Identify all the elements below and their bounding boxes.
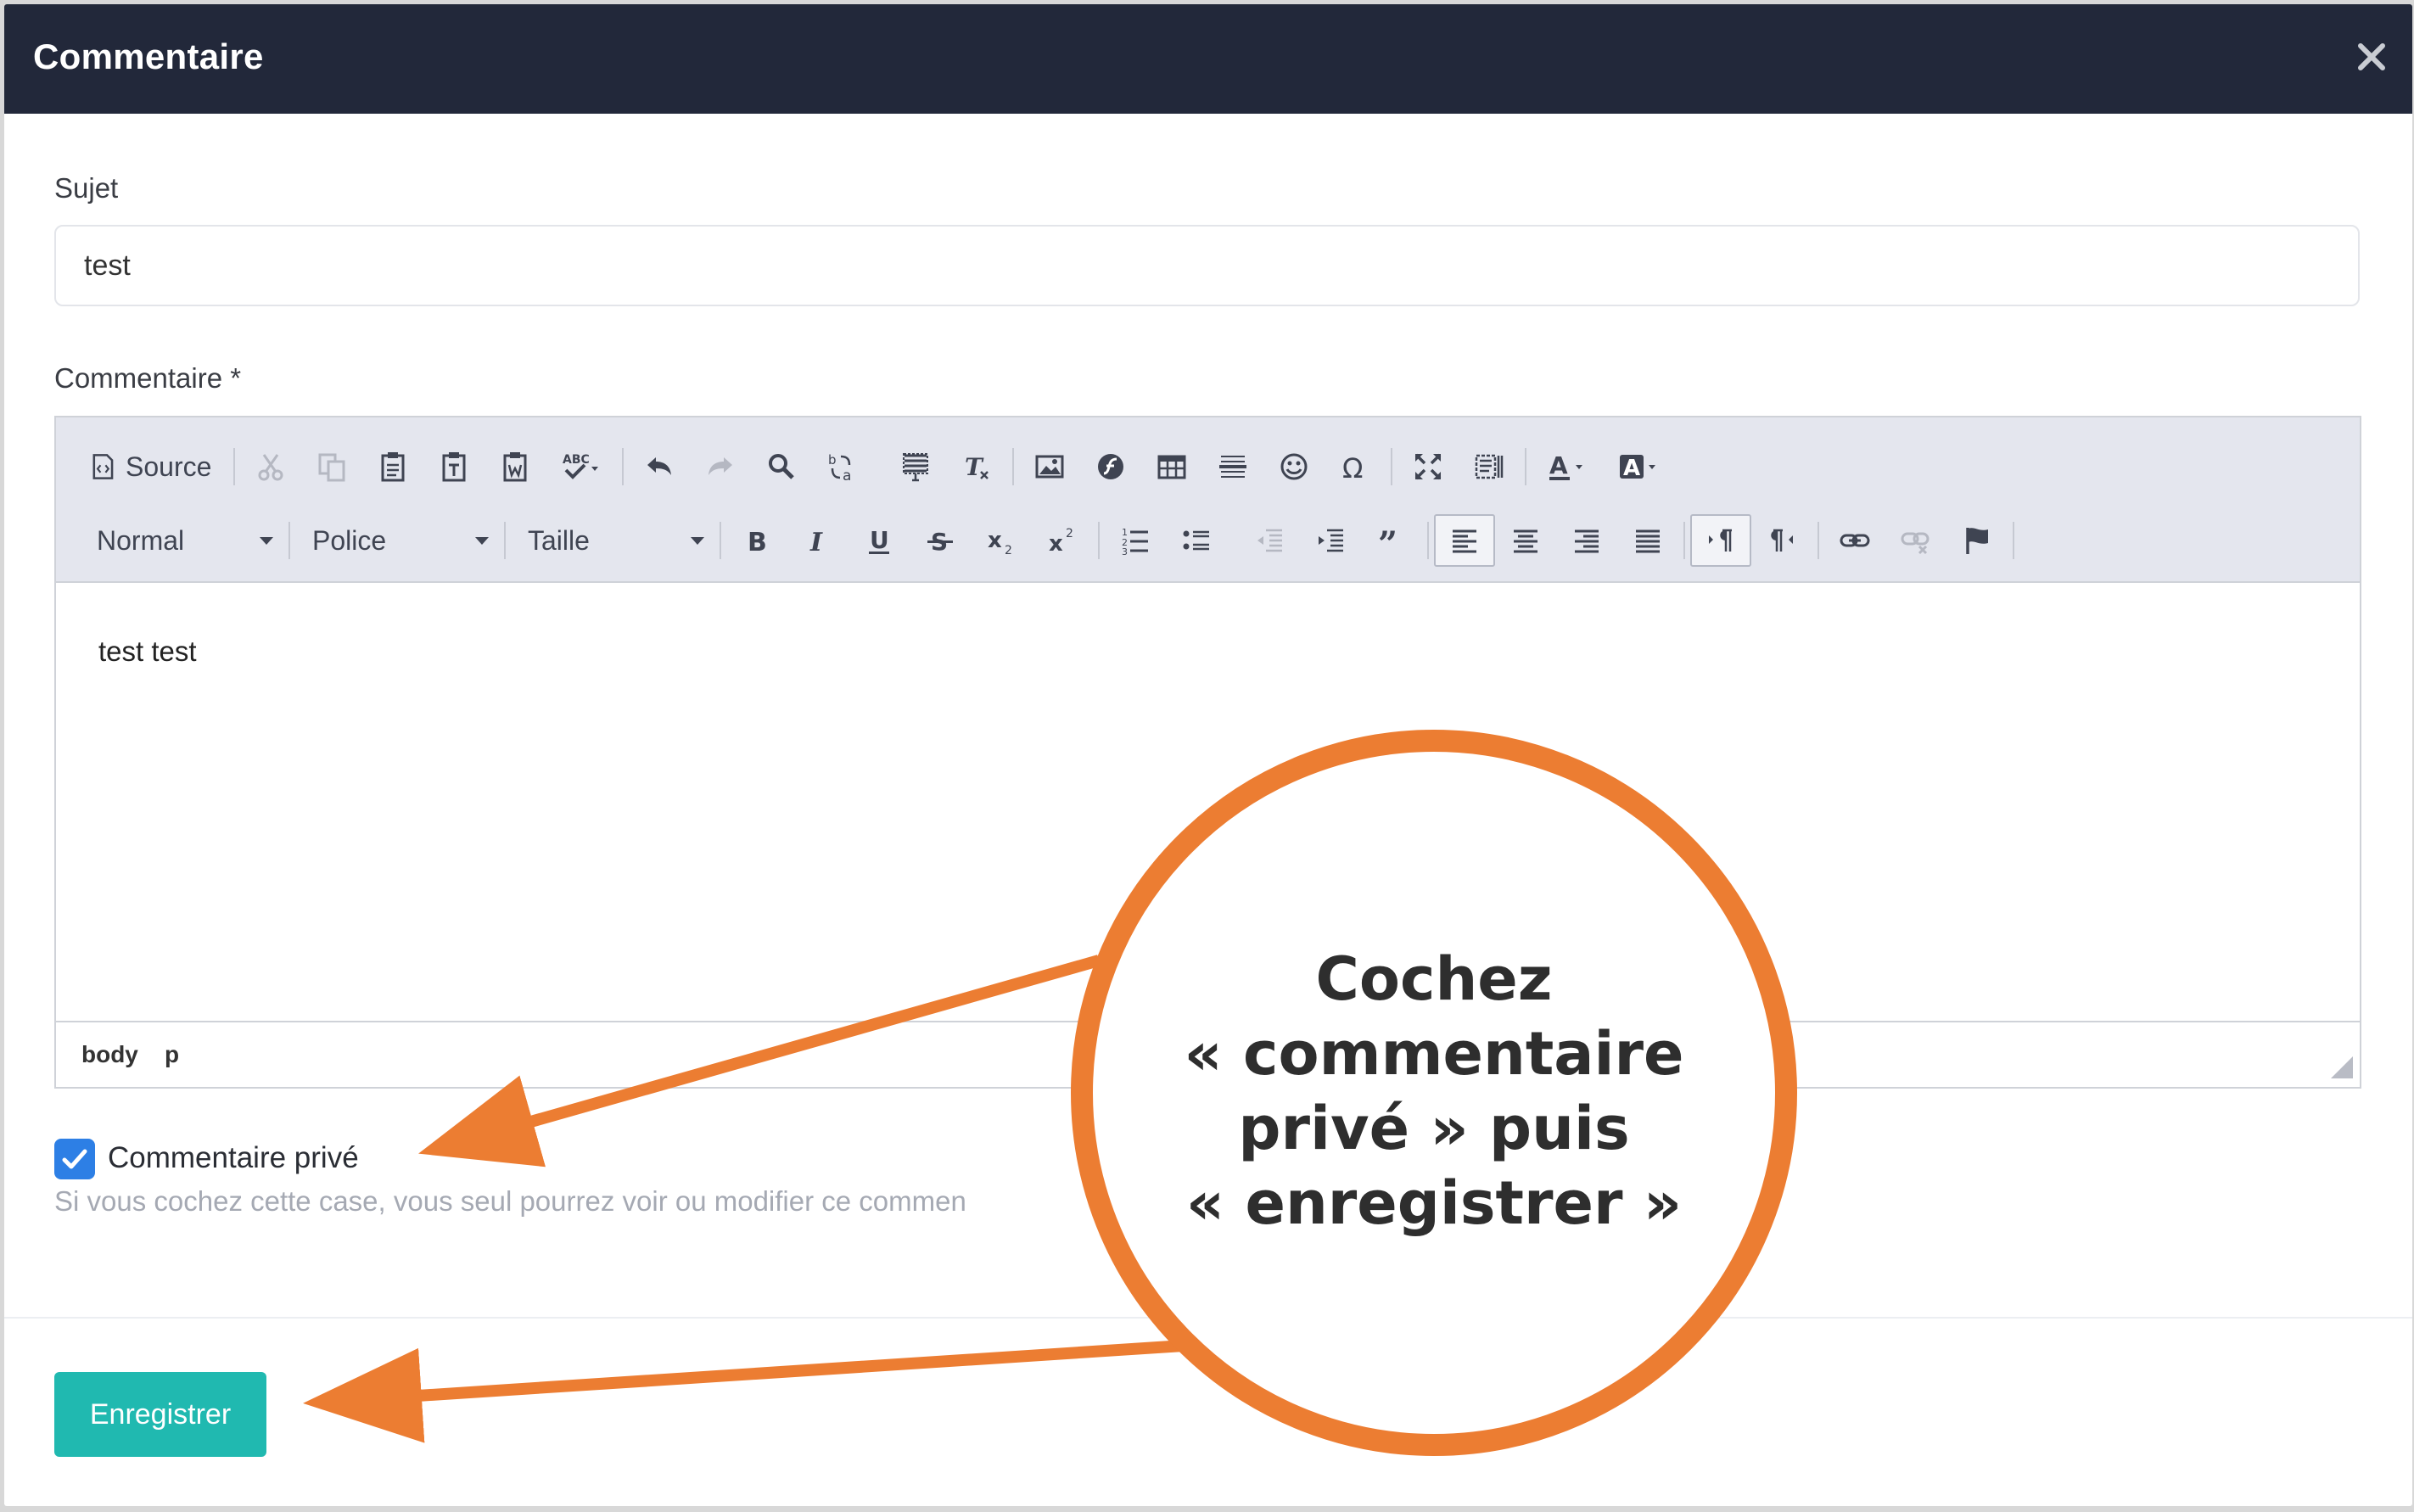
annotation-line-2: « commentaire bbox=[1184, 1019, 1684, 1089]
annotation-text: Cochez « commentaire privé » puis « enre… bbox=[1069, 942, 1799, 1240]
arrow-to-save-button bbox=[303, 1340, 1185, 1443]
annotation-overlay bbox=[303, 730, 1797, 1456]
annotation-line-3: privé » puis bbox=[1238, 1094, 1630, 1163]
annotation-line-4: « enregistrer » bbox=[1185, 1168, 1683, 1238]
arrow-to-checkbox bbox=[418, 955, 1101, 1168]
annotation-line-1: Cochez bbox=[1315, 944, 1553, 1014]
